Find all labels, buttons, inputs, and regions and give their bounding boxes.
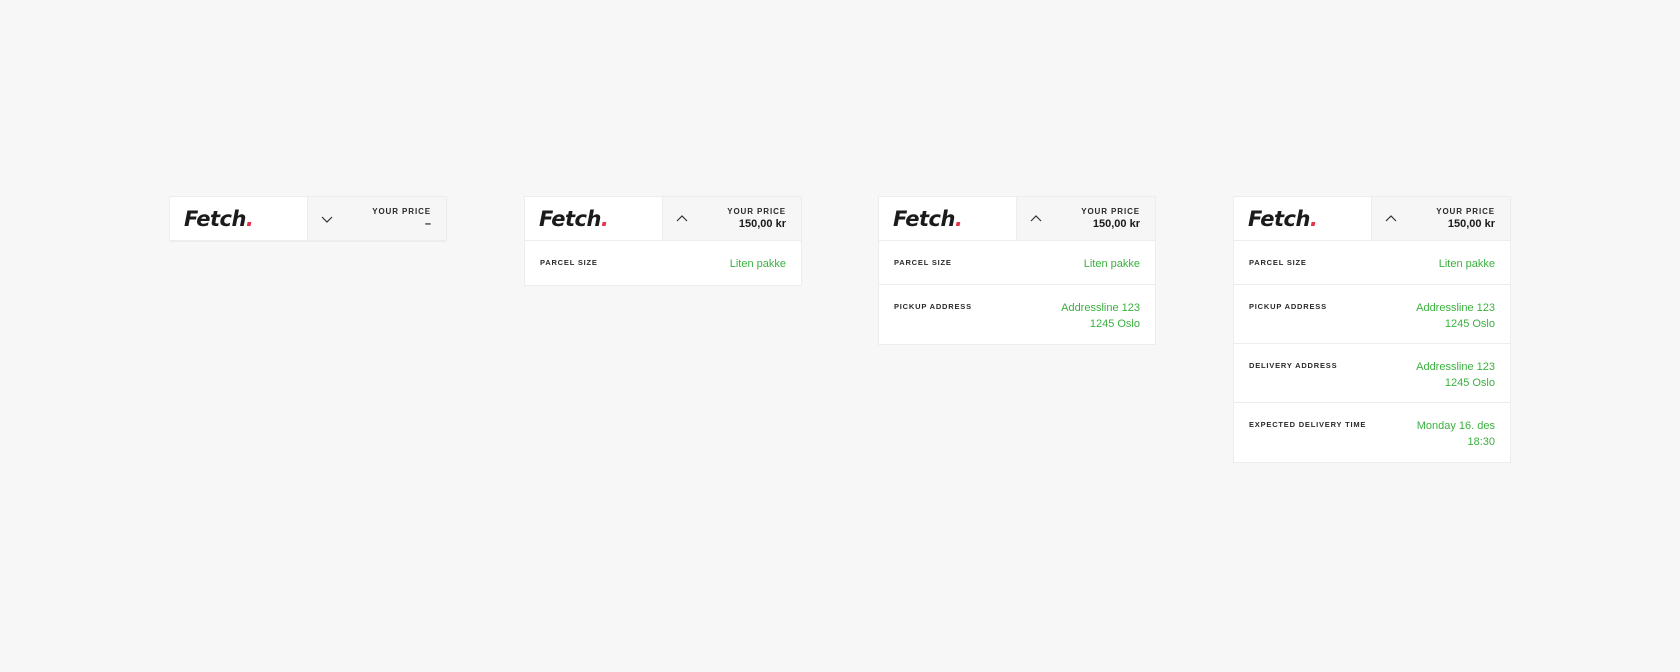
price-value: 150,00 kr <box>1447 217 1495 230</box>
row-value: Addressline 123 1245 Oslo <box>1416 302 1495 330</box>
price-toggle[interactable]: YOUR PRICE – <box>308 197 446 240</box>
widget-header[interactable]: Fetch. YOUR PRICE – <box>170 197 446 241</box>
price-block: YOUR PRICE 150,00 kr <box>727 206 786 230</box>
price-value: 150,00 kr <box>1092 217 1140 230</box>
price-block: YOUR PRICE – <box>372 206 431 230</box>
price-block: YOUR PRICE 150,00 kr <box>1081 206 1140 230</box>
parcel-size-row: PARCEL SIZE Liten pakke <box>525 241 801 285</box>
row-label: PICKUP ADDRESS <box>894 302 972 311</box>
logo-cell: Fetch. <box>525 197 663 240</box>
fetch-logo: Fetch. <box>184 206 254 231</box>
price-label: YOUR PRICE <box>372 206 431 216</box>
row-value: Liten pakke <box>1083 258 1140 270</box>
row-label: PICKUP ADDRESS <box>1249 302 1327 311</box>
price-toggle[interactable]: YOUR PRICE 150,00 kr <box>1372 197 1510 240</box>
fetch-price-widget-expanded: Fetch. YOUR PRICE 150,00 kr PARCEL SIZE … <box>879 197 1155 344</box>
price-toggle[interactable]: YOUR PRICE 150,00 kr <box>1017 197 1155 240</box>
fetch-logo: Fetch. <box>539 206 609 231</box>
row-value: Addressline 123 1245 Oslo <box>1061 302 1140 330</box>
delivery-address-row: DELIVERY ADDRESS Addressline 123 1245 Osl… <box>1234 344 1510 403</box>
row-value: Liten pakke <box>729 258 786 270</box>
price-block: YOUR PRICE 150,00 kr <box>1436 206 1495 230</box>
price-label: YOUR PRICE <box>1436 206 1495 216</box>
fetch-logo: Fetch. <box>893 206 963 231</box>
chevron-down-icon[interactable] <box>320 214 334 224</box>
chevron-up-icon[interactable] <box>1384 214 1398 224</box>
chevron-up-icon[interactable] <box>1029 214 1043 224</box>
row-label: PARCEL SIZE <box>1249 258 1307 267</box>
widget-header[interactable]: Fetch. YOUR PRICE 150,00 kr <box>525 197 801 241</box>
fetch-price-widget-expanded: Fetch. YOUR PRICE 150,00 kr PARCEL SIZE … <box>525 197 801 285</box>
fetch-logo: Fetch. <box>1248 206 1318 231</box>
row-label: EXPECTED DELIVERY TIME <box>1249 420 1367 429</box>
row-label: DELIVERY ADDRESS <box>1249 361 1338 370</box>
price-toggle[interactable]: YOUR PRICE 150,00 kr <box>663 197 801 240</box>
fetch-price-widget-expanded: Fetch. YOUR PRICE 150,00 kr PARCEL SIZE … <box>1234 197 1510 462</box>
widget-header[interactable]: Fetch. YOUR PRICE 150,00 kr <box>1234 197 1510 241</box>
row-label: PARCEL SIZE <box>540 258 598 267</box>
parcel-size-row: PARCEL SIZE Liten pakke <box>1234 241 1510 285</box>
price-value: – <box>424 217 431 230</box>
logo-cell: Fetch. <box>170 197 308 240</box>
row-label: PARCEL SIZE <box>894 258 952 267</box>
logo-cell: Fetch. <box>1234 197 1372 240</box>
price-label: YOUR PRICE <box>1081 206 1140 216</box>
pickup-address-row: PICKUP ADDRESS Addressline 123 1245 Oslo <box>879 285 1155 344</box>
widget-header[interactable]: Fetch. YOUR PRICE 150,00 kr <box>879 197 1155 241</box>
row-value: Liten pakke <box>1438 258 1495 270</box>
logo-cell: Fetch. <box>879 197 1017 240</box>
parcel-size-row: PARCEL SIZE Liten pakke <box>879 241 1155 285</box>
price-label: YOUR PRICE <box>727 206 786 216</box>
fetch-price-widget-collapsed: Fetch. YOUR PRICE – <box>170 197 446 241</box>
expected-delivery-time-row: EXPECTED DELIVERY TIME Monday 16. des 18:… <box>1234 403 1510 462</box>
row-value: Monday 16. des 18:30 <box>1416 420 1495 448</box>
price-value: 150,00 kr <box>738 217 786 230</box>
chevron-up-icon[interactable] <box>675 214 689 224</box>
pickup-address-row: PICKUP ADDRESS Addressline 123 1245 Oslo <box>1234 285 1510 344</box>
row-value: Addressline 123 1245 Oslo <box>1416 361 1495 389</box>
